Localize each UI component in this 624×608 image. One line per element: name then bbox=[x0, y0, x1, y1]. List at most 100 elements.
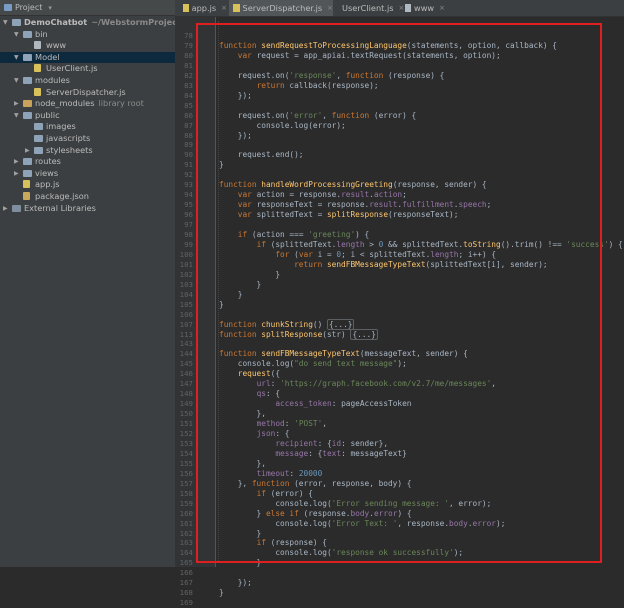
code-line[interactable]: var responseText = response.result.fulfi… bbox=[219, 200, 492, 210]
code-line[interactable]: request.on('error', function (error) { bbox=[219, 111, 416, 121]
code-line[interactable]: if (splittedText.length > 0 && splittedT… bbox=[219, 240, 623, 250]
code-line[interactable]: for (var i = 0; i < splittedText.length;… bbox=[219, 250, 496, 260]
line-number: 99 bbox=[184, 239, 193, 249]
code-line[interactable]: return callback(response); bbox=[219, 81, 379, 91]
line-number: 169 bbox=[179, 598, 193, 608]
code-line[interactable]: } else if (response.body.error) { bbox=[219, 509, 412, 519]
tab-app-js[interactable]: app.js × bbox=[179, 0, 227, 16]
close-icon[interactable]: × bbox=[327, 4, 333, 12]
line-number: 143 bbox=[179, 339, 193, 349]
folder-icon bbox=[23, 111, 32, 119]
code-line[interactable]: qs: { bbox=[219, 389, 280, 399]
code-line[interactable]: } bbox=[219, 588, 224, 598]
code-line[interactable]: } bbox=[219, 529, 262, 539]
expand-arrow-icon[interactable]: ▼ bbox=[14, 110, 19, 121]
code-line[interactable]: function sendFBMessageTypeText(messageTe… bbox=[219, 349, 468, 359]
code-line[interactable]: function sendRequestToProcessingLanguage… bbox=[219, 41, 557, 51]
code-line[interactable]: } bbox=[219, 300, 224, 310]
js-file-icon bbox=[233, 4, 240, 12]
collapse-arrow-icon[interactable]: ▶ bbox=[14, 98, 19, 109]
code-line[interactable]: console.log("do send text message"); bbox=[219, 359, 407, 369]
tree-item-external-libraries[interactable]: ▶ External Libraries bbox=[0, 203, 175, 214]
line-number: 97 bbox=[184, 220, 193, 230]
code-line[interactable]: }, bbox=[219, 459, 266, 469]
code-line[interactable]: }); bbox=[219, 131, 252, 141]
code-line[interactable]: var splittedText = splitResponse(respons… bbox=[219, 210, 459, 220]
tree-item-public[interactable]: ▼ public bbox=[0, 110, 175, 121]
line-number: 83 bbox=[184, 80, 193, 90]
code-line[interactable]: }); bbox=[219, 578, 252, 588]
code-line[interactable]: }, bbox=[219, 409, 266, 419]
tree-item-views[interactable]: ▶ views bbox=[0, 168, 175, 179]
tree-item-model[interactable]: ▼ Model bbox=[0, 51, 175, 63]
tab-www[interactable]: www × bbox=[401, 0, 445, 16]
collapse-arrow-icon[interactable]: ▶ bbox=[3, 203, 8, 214]
code-line[interactable]: return sendFBMessageTypeText(splittedTex… bbox=[219, 260, 548, 270]
code-line[interactable]: url: 'https://graph.facebook.com/v2.7/me… bbox=[219, 379, 496, 389]
tab-serverdispatcher-js[interactable]: ServerDispatcher.js × bbox=[229, 0, 333, 16]
tree-item-images[interactable]: images bbox=[0, 121, 175, 132]
tree-item-node-modules[interactable]: ▶ node_modules library root bbox=[0, 98, 175, 109]
code-line[interactable]: access_token: pageAccessToken bbox=[219, 399, 411, 409]
project-panel-header[interactable]: Project ▾ bbox=[0, 0, 175, 16]
code-line[interactable]: console.log('Error Text: ', response.bod… bbox=[219, 519, 505, 529]
expand-arrow-icon[interactable]: ▼ bbox=[14, 29, 19, 40]
code-editor[interactable]: 78 79 80 81 82 83 84 85 86 87 88 89 90 91 92 93 94 95 96 97… bbox=[175, 17, 624, 607]
tree-item-userclient-js[interactable]: UserClient.js bbox=[0, 63, 175, 74]
code-line[interactable]: }); bbox=[219, 91, 252, 101]
close-icon[interactable]: × bbox=[439, 4, 445, 12]
code-line[interactable]: var request = app_apiai.textRequest(stat… bbox=[219, 51, 501, 61]
code-line[interactable]: if (action === 'greeting') { bbox=[219, 230, 369, 240]
code-line[interactable]: request({ bbox=[219, 369, 280, 379]
code-line[interactable]: console.log('response ok successfully'); bbox=[219, 548, 463, 558]
expand-arrow-icon[interactable]: ▼ bbox=[3, 17, 8, 28]
collapse-arrow-icon[interactable]: ▶ bbox=[14, 156, 19, 167]
chevron-down-icon[interactable]: ▾ bbox=[48, 4, 52, 12]
code-line[interactable]: } bbox=[219, 280, 262, 290]
code-line[interactable]: if (error) { bbox=[219, 489, 313, 499]
tree-item-app-js[interactable]: app.js bbox=[0, 179, 175, 190]
collapse-arrow-icon[interactable]: ▶ bbox=[25, 145, 30, 156]
project-panel-title: Project bbox=[15, 3, 43, 12]
close-icon[interactable]: × bbox=[221, 4, 227, 12]
code-line[interactable]: } bbox=[219, 160, 224, 170]
code-line[interactable]: request.on('response', function (respons… bbox=[219, 71, 445, 81]
expand-arrow-icon[interactable]: ▼ bbox=[14, 75, 19, 86]
code-line[interactable]: console.log('Error sending message: ', e… bbox=[219, 499, 491, 509]
code-line[interactable]: json: { bbox=[219, 429, 290, 439]
code-line[interactable]: if (response) { bbox=[219, 538, 327, 548]
code-line[interactable]: method: 'POST', bbox=[219, 419, 327, 429]
line-number: 81 bbox=[184, 60, 193, 70]
tab-userclient-js[interactable]: UserClient.js × bbox=[335, 0, 404, 16]
tree-item-label: views bbox=[35, 167, 59, 178]
tree-item-modules[interactable]: ▼ modules bbox=[0, 75, 175, 86]
code-line[interactable]: console.log(error); bbox=[219, 121, 346, 131]
line-number: 84 bbox=[184, 90, 193, 100]
tree-item-package-json[interactable]: package.json bbox=[0, 191, 175, 202]
code-line[interactable]: function chunkString() {...} bbox=[219, 318, 355, 330]
tree-item-demochatbot[interactable]: ▼ DemoChatbot~/WebstormProjects/Dem bbox=[0, 17, 175, 28]
tree-item-label: ServerDispatcher.js bbox=[46, 86, 126, 97]
collapse-arrow-icon[interactable]: ▶ bbox=[14, 168, 19, 179]
line-number: 155 bbox=[179, 458, 193, 468]
code-line[interactable]: function handleWordProcessingGreeting(re… bbox=[219, 180, 487, 190]
tree-item-bin[interactable]: ▼ bin bbox=[0, 29, 175, 40]
code-line[interactable]: } bbox=[219, 270, 280, 280]
tree-item-stylesheets[interactable]: ▶ stylesheets bbox=[0, 145, 175, 156]
code-line[interactable]: var action = response.result.action; bbox=[219, 190, 407, 200]
code-line[interactable]: } bbox=[219, 290, 243, 300]
line-number: 153 bbox=[179, 438, 193, 448]
tree-item-label: bin bbox=[35, 28, 48, 39]
tree-item-serverdispatcher-js[interactable]: ServerDispatcher.js bbox=[0, 87, 175, 98]
tree-item-routes[interactable]: ▶ routes bbox=[0, 156, 175, 167]
code-line[interactable]: timeout: 20000 bbox=[219, 469, 323, 479]
expand-arrow-icon[interactable]: ▼ bbox=[14, 52, 19, 63]
tree-item-www[interactable]: www bbox=[0, 40, 175, 51]
code-line[interactable]: function splitResponse(str) {...} bbox=[219, 328, 378, 340]
tree-item-javascripts[interactable]: javascripts bbox=[0, 133, 175, 144]
code-line[interactable]: message: {text: messageText} bbox=[219, 449, 406, 459]
code-line[interactable]: request.end(); bbox=[219, 150, 304, 160]
code-line[interactable]: }, function (error, response, body) { bbox=[219, 479, 412, 489]
code-line[interactable]: recipient: {id: sender}, bbox=[219, 439, 388, 449]
line-number: 145 bbox=[179, 359, 193, 369]
